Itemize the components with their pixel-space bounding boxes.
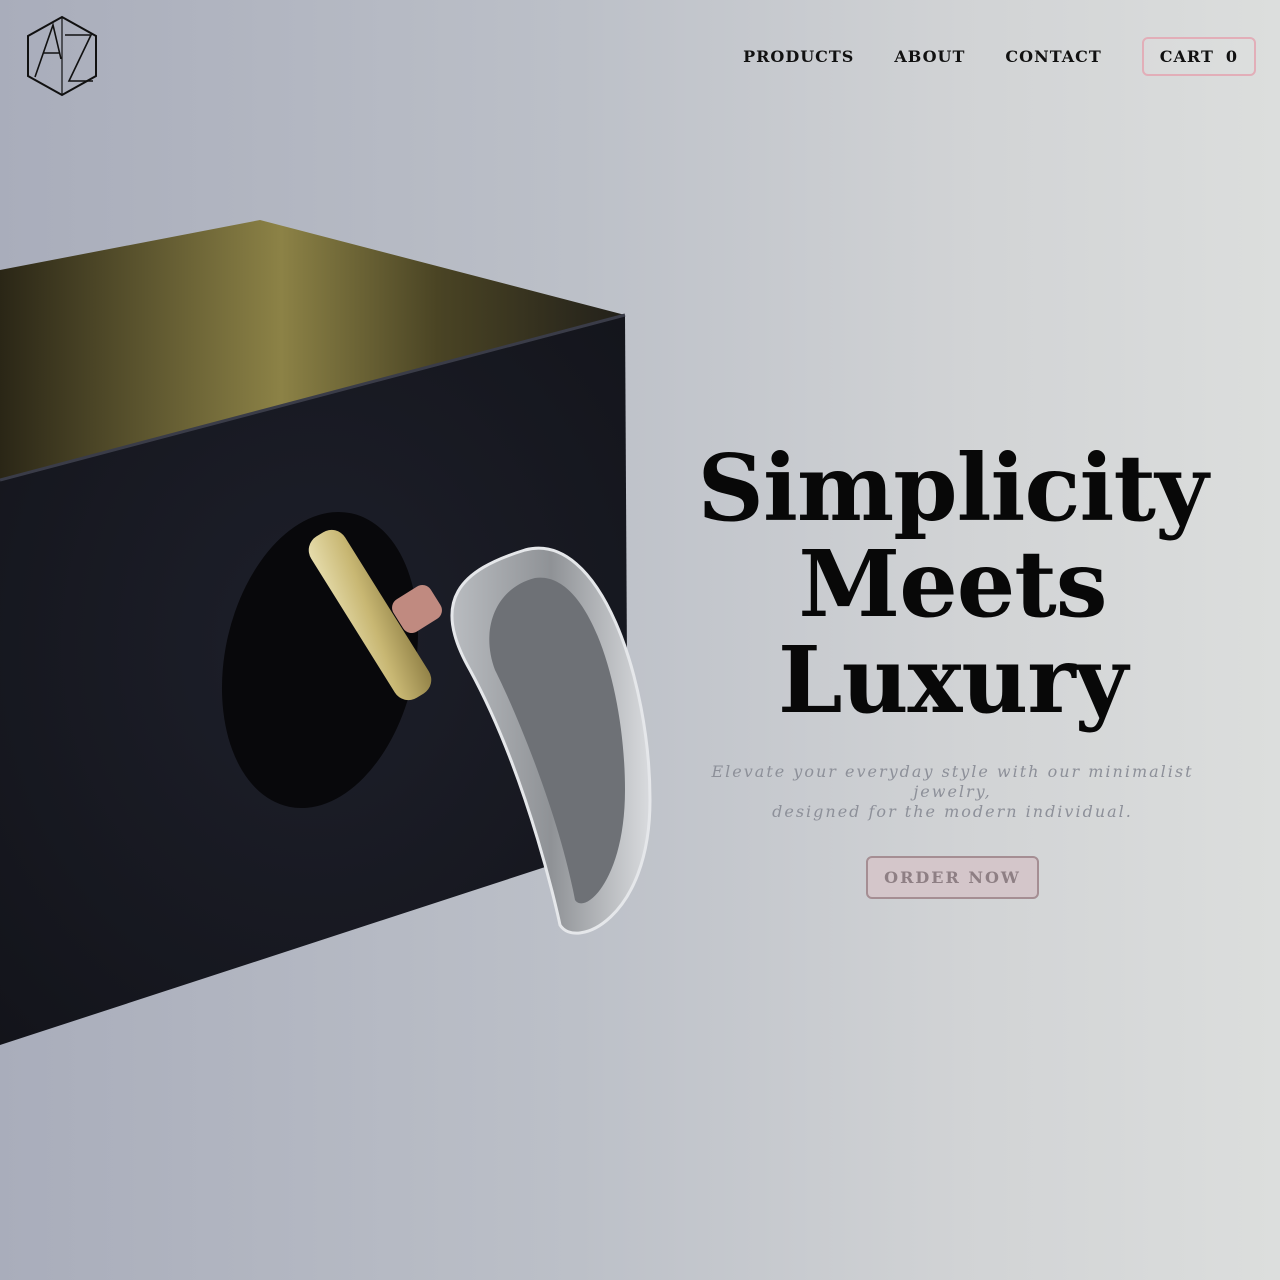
hero-title-line-2: Meets xyxy=(798,530,1107,638)
cart-count-badge: 0 xyxy=(1225,47,1238,66)
order-now-button[interactable]: ORDER NOW xyxy=(866,856,1039,899)
hero-section: Simplicity Meets Luxury Elevate your eve… xyxy=(680,440,1225,899)
hero-subtitle: Elevate your everyday style with our min… xyxy=(680,762,1225,822)
hero-subtitle-line-2: designed for the modern individual. xyxy=(772,802,1133,821)
cart-button[interactable]: CART 0 xyxy=(1141,37,1256,76)
hero-subtitle-line-1: Elevate your everyday style with our min… xyxy=(711,762,1194,801)
main-nav: PRODUCTS ABOUT CONTACT CART 0 xyxy=(703,37,1256,76)
hero-title-line-3: Luxury xyxy=(777,626,1128,734)
nav-contact-link[interactable]: CONTACT xyxy=(1005,47,1101,66)
nav-products-link[interactable]: PRODUCTS xyxy=(743,47,854,66)
cart-label: CART xyxy=(1159,47,1214,66)
hero-title: Simplicity Meets Luxury xyxy=(680,440,1225,728)
hero-ring-image xyxy=(0,220,652,1045)
hexagon-monogram-logo[interactable] xyxy=(25,15,99,97)
nav-about-link[interactable]: ABOUT xyxy=(894,47,965,66)
hero-title-line-1: Simplicity xyxy=(697,434,1209,542)
